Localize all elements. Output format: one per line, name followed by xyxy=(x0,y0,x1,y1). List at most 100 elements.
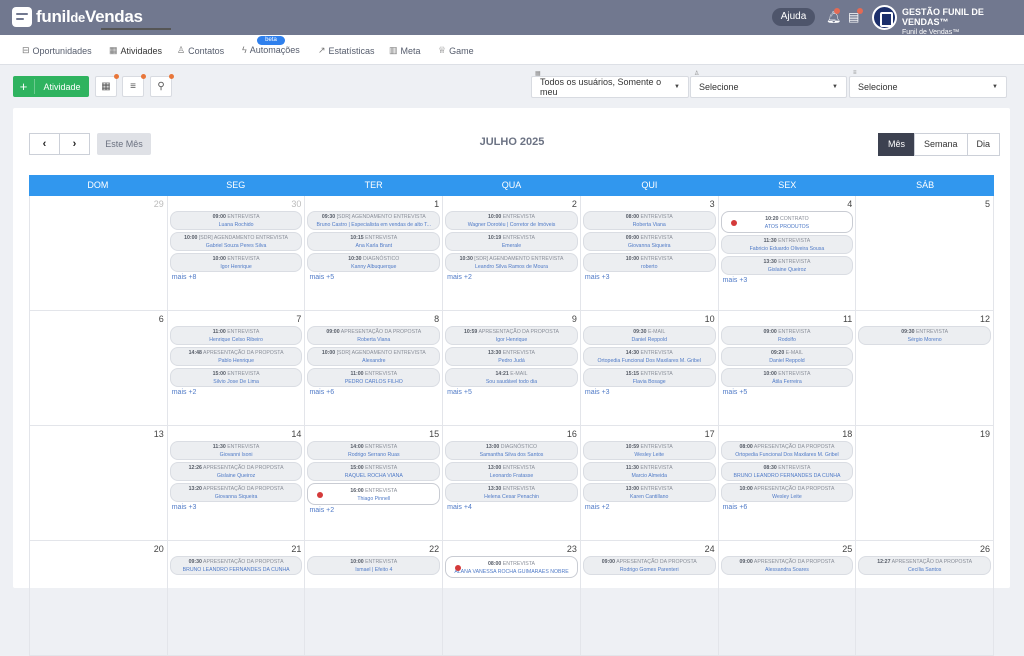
calendar-day-cell[interactable]: 14 11:30 ENTREVISTA Giovanni Isoni 12:26 AP… xyxy=(166,426,305,540)
calendar-day-cell[interactable]: 18 08:00 APRESENTAÇÃO DA PROPOSTA Ortopedi… xyxy=(717,426,856,540)
calendar-day-cell[interactable]: 20 xyxy=(29,541,167,655)
event-chip[interactable]: 10:00 APRESENTAÇÃO DA PROPOSTA Wesley Lei… xyxy=(720,483,854,502)
app-logo[interactable]: funildeVendas xyxy=(12,7,143,27)
help-button[interactable]: Ajuda xyxy=(772,8,815,26)
event-chip[interactable]: 12:27 APRESENTAÇÃO DA PROPOSTA Cecília Sa… xyxy=(858,556,992,575)
calendar-day-cell[interactable]: 11 09:00 ENTREVISTA Rodolfo 09:20 E-MAIL Dan… xyxy=(717,311,856,425)
event-chip[interactable]: 08:30 ENTREVISTA BRUNO LEANDRO FERNANDES … xyxy=(720,462,854,481)
event-chip[interactable]: 08:00 ENTREVISTA Roberta Viana xyxy=(582,211,716,230)
event-chip[interactable]: 09:00 APRESENTAÇÃO DA PROPOSTA Alessandra… xyxy=(720,556,854,575)
more-events-link[interactable]: mais +2 xyxy=(309,507,442,514)
view-week-button[interactable]: Semana xyxy=(914,133,968,156)
event-chip[interactable]: 09:30 APRESENTAÇÃO DA PROPOSTA BRUNO LEAN… xyxy=(169,556,303,575)
filter-select-3[interactable]: Selecione ▼ xyxy=(849,76,1007,98)
search-button[interactable]: ⚲ xyxy=(150,74,174,97)
more-events-link[interactable]: mais +3 xyxy=(172,504,305,511)
event-chip[interactable]: 11:00 ENTREVISTA Henrique Celso Ribeiro xyxy=(169,326,303,345)
event-chip[interactable]: 09:20 E-MAIL Daniel Reppold xyxy=(720,347,854,366)
calendar-day-cell[interactable]: 21 09:30 APRESENTAÇÃO DA PROPOSTA BRUNO LE… xyxy=(166,541,305,655)
more-events-link[interactable]: mais +3 xyxy=(585,274,718,281)
event-chip[interactable]: 11:30 ENTREVISTA Giovanni Isoni xyxy=(169,441,303,460)
calendar-day-cell[interactable]: 9 10:59 APRESENTAÇÃO DA PROPOSTA Igor Henr… xyxy=(442,311,580,425)
nav-item-estatisticas[interactable]: ↗ Estatísticas xyxy=(318,45,375,56)
nav-item-meta[interactable]: ▥ Meta xyxy=(389,45,421,56)
calendar-day-cell[interactable]: 4 10:20 CONTRATO ATOS PRODUTOS 11:30 ENTREV… xyxy=(717,196,856,310)
more-events-link[interactable]: mais +3 xyxy=(585,389,718,396)
more-events-link[interactable]: mais +5 xyxy=(447,389,580,396)
calendar-day-cell[interactable]: 25 09:00 APRESENTAÇÃO DA PROPOSTA Alessand… xyxy=(717,541,856,655)
nav-item-contatos[interactable]: ♙ Contatos xyxy=(177,45,224,56)
calendar-day-cell[interactable]: 2 10:00 ENTREVISTA Wagner Dorotéu | Corret… xyxy=(442,196,580,310)
calendar-day-cell[interactable]: 1 09:30 [SDR] AGENDAMENTO ENTREVISTA Bruno… xyxy=(304,196,442,310)
event-chip[interactable]: 15:00 ENTREVISTA RAQUEL ROCHA VIANA xyxy=(307,462,441,481)
list-view-button[interactable]: ≡ xyxy=(122,74,146,97)
event-chip[interactable]: 09:00 APRESENTAÇÃO DA PROPOSTA Roberta Vi… xyxy=(307,326,441,345)
account-info[interactable]: GESTÃO FUNIL DE VENDAS™ Funil de Vendas™ xyxy=(902,7,1024,36)
nav-item-atividades[interactable]: ▦ Atividades xyxy=(109,45,162,56)
calendar-day-cell[interactable]: 17 10:59 ENTREVISTA Wesley Leite 11:30 ENTR… xyxy=(579,426,718,540)
calendar-day-cell[interactable]: 15 14:00 ENTREVISTA Rodrigo Serrano Ruas 15… xyxy=(304,426,442,540)
calendar-day-cell[interactable]: 5 xyxy=(855,196,995,310)
filter-select-2[interactable]: Selecione ▼ xyxy=(690,76,847,98)
calendar-day-cell[interactable]: 16 13:00 DIAGNÓSTICO Samantha Silva dos Sa… xyxy=(442,426,580,540)
calendar-day-cell[interactable]: 22 10:00 ENTREVISTA Ismael | Efeito 4 xyxy=(304,541,442,655)
add-activity-button[interactable]: + Atividade xyxy=(13,76,89,97)
event-chip[interactable]: 10:15 ENTREVISTA Ana Karla Brant xyxy=(307,232,441,251)
calendar-day-cell[interactable]: 19 xyxy=(855,426,995,540)
event-chip[interactable]: 14:48 APRESENTAÇÃO DA PROPOSTA Pablo Henr… xyxy=(169,347,303,366)
calendar-day-cell[interactable]: 3 08:00 ENTREVISTA Roberta Viana 09:00 ENTR… xyxy=(579,196,718,310)
event-chip[interactable]: 08:00 APRESENTAÇÃO DA PROPOSTA Ortopedia … xyxy=(720,441,854,460)
event-chip[interactable]: 10:00 [SDR] AGENDAMENTO ENTREVISTA Gabrie… xyxy=(169,232,303,251)
more-events-link[interactable]: mais +5 xyxy=(723,389,856,396)
event-chip[interactable]: 10:59 APRESENTAÇÃO DA PROPOSTA Igor Henri… xyxy=(445,326,578,345)
event-chip[interactable]: 10:00 ENTREVISTA Ismael | Efeito 4 xyxy=(307,556,441,575)
nav-item-oportunidades[interactable]: ⊟ Oportunidades xyxy=(22,45,92,56)
users-filter-select[interactable]: Todos os usuários, Somente o meu ▼ xyxy=(531,76,689,98)
account-avatar[interactable] xyxy=(872,5,897,30)
event-chip[interactable]: 10:00 [SDR] AGENDAMENTO ENTREVISTA Alexan… xyxy=(307,347,441,366)
event-chip[interactable]: 13:00 ENTREVISTA Karen Cantillano xyxy=(582,483,716,502)
event-chip[interactable]: 13:20 APRESENTAÇÃO DA PROPOSTA Giovanna S… xyxy=(169,483,303,502)
nav-item-game[interactable]: ♕ Game xyxy=(438,45,474,56)
event-chip[interactable]: 12:26 APRESENTAÇÃO DA PROPOSTA Gislaine Q… xyxy=(169,462,303,481)
event-chip[interactable]: 09:30 E-MAIL Daniel Reppold xyxy=(582,326,716,345)
more-events-link[interactable]: mais +2 xyxy=(447,274,580,281)
event-chip[interactable]: 08:00 ENTREVISTA ALANA VANESSA ROCHA GUIM… xyxy=(445,556,578,578)
event-chip[interactable]: 14:21 E-MAIL Sou saudável todo dia xyxy=(445,368,578,387)
event-chip[interactable]: 09:30 ENTREVISTA Sérgio Moreno xyxy=(858,326,992,345)
more-events-link[interactable]: mais +2 xyxy=(585,504,718,511)
event-chip[interactable]: 10:19 ENTREVISTA Emerale xyxy=(445,232,578,251)
more-events-link[interactable]: mais +4 xyxy=(447,504,580,511)
event-chip[interactable]: 09:30 [SDR] AGENDAMENTO ENTREVISTA Bruno … xyxy=(307,211,441,230)
calendar-day-cell[interactable]: 7 11:00 ENTREVISTA Henrique Celso Ribeiro 1… xyxy=(166,311,305,425)
calendar-day-cell[interactable]: 23 08:00 ENTREVISTA ALANA VANESSA ROCHA GU… xyxy=(442,541,580,655)
event-chip[interactable]: 13:30 ENTREVISTA Pedro Judá xyxy=(445,347,578,366)
event-chip[interactable]: 13:30 ENTREVISTA Helena Cesar Penachin xyxy=(445,483,578,502)
event-chip[interactable]: 11:00 ENTREVISTA PEDRO CARLOS FILHO xyxy=(307,368,441,387)
view-month-button[interactable]: Mês xyxy=(878,133,916,156)
event-chip[interactable]: 13:30 ENTREVISTA Gislaine Queiroz xyxy=(720,256,854,275)
more-events-link[interactable]: mais +8 xyxy=(172,274,305,281)
event-chip[interactable]: 15:15 ENTREVISTA Flavia Bosage xyxy=(582,368,716,387)
event-chip[interactable]: 10:20 CONTRATO ATOS PRODUTOS xyxy=(720,211,854,233)
event-chip[interactable]: 14:30 ENTREVISTA Ortopedia Funcional Dos … xyxy=(582,347,716,366)
event-chip[interactable]: 10:00 ENTREVISTA Igor Henrique xyxy=(169,253,303,272)
event-chip[interactable]: 10:00 ENTREVISTA roberto xyxy=(582,253,716,272)
event-chip[interactable]: 09:00 ENTREVISTA Giovanna Siqueira xyxy=(582,232,716,251)
event-chip[interactable]: 09:00 ENTREVISTA Rodolfo xyxy=(720,326,854,345)
event-chip[interactable]: 10:00 ENTREVISTA Wagner Dorotéu | Correto… xyxy=(445,211,578,230)
more-events-link[interactable]: mais +6 xyxy=(309,389,442,396)
event-chip[interactable]: 10:30 [SDR] AGENDAMENTO ENTREVISTA Leandr… xyxy=(445,253,578,272)
calendar-day-cell[interactable]: 8 09:00 APRESENTAÇÃO DA PROPOSTA Roberta V… xyxy=(304,311,442,425)
event-chip[interactable]: 13:00 DIAGNÓSTICO Samantha Silva dos Sant… xyxy=(445,441,578,460)
calendar-day-cell[interactable]: 29 xyxy=(29,196,167,310)
calendar-day-cell[interactable]: 24 09:00 APRESENTAÇÃO DA PROPOSTA Rodrigo … xyxy=(579,541,718,655)
more-events-link[interactable]: mais +3 xyxy=(723,277,856,284)
calendar-day-cell[interactable]: 6 xyxy=(29,311,167,425)
event-chip[interactable]: 11:30 ENTREVISTA Fabricio Eduardo Oliveir… xyxy=(720,235,854,254)
event-chip[interactable]: 15:00 ENTREVISTA Silvio Jose De Lima xyxy=(169,368,303,387)
calendar-day-cell[interactable]: 12 09:30 ENTREVISTA Sérgio Moreno xyxy=(855,311,995,425)
event-chip[interactable]: 10:59 ENTREVISTA Wesley Leite xyxy=(582,441,716,460)
calendar-view-button[interactable]: ▦ xyxy=(95,74,119,97)
event-chip[interactable]: 14:00 ENTREVISTA Rodrigo Serrano Ruas xyxy=(307,441,441,460)
